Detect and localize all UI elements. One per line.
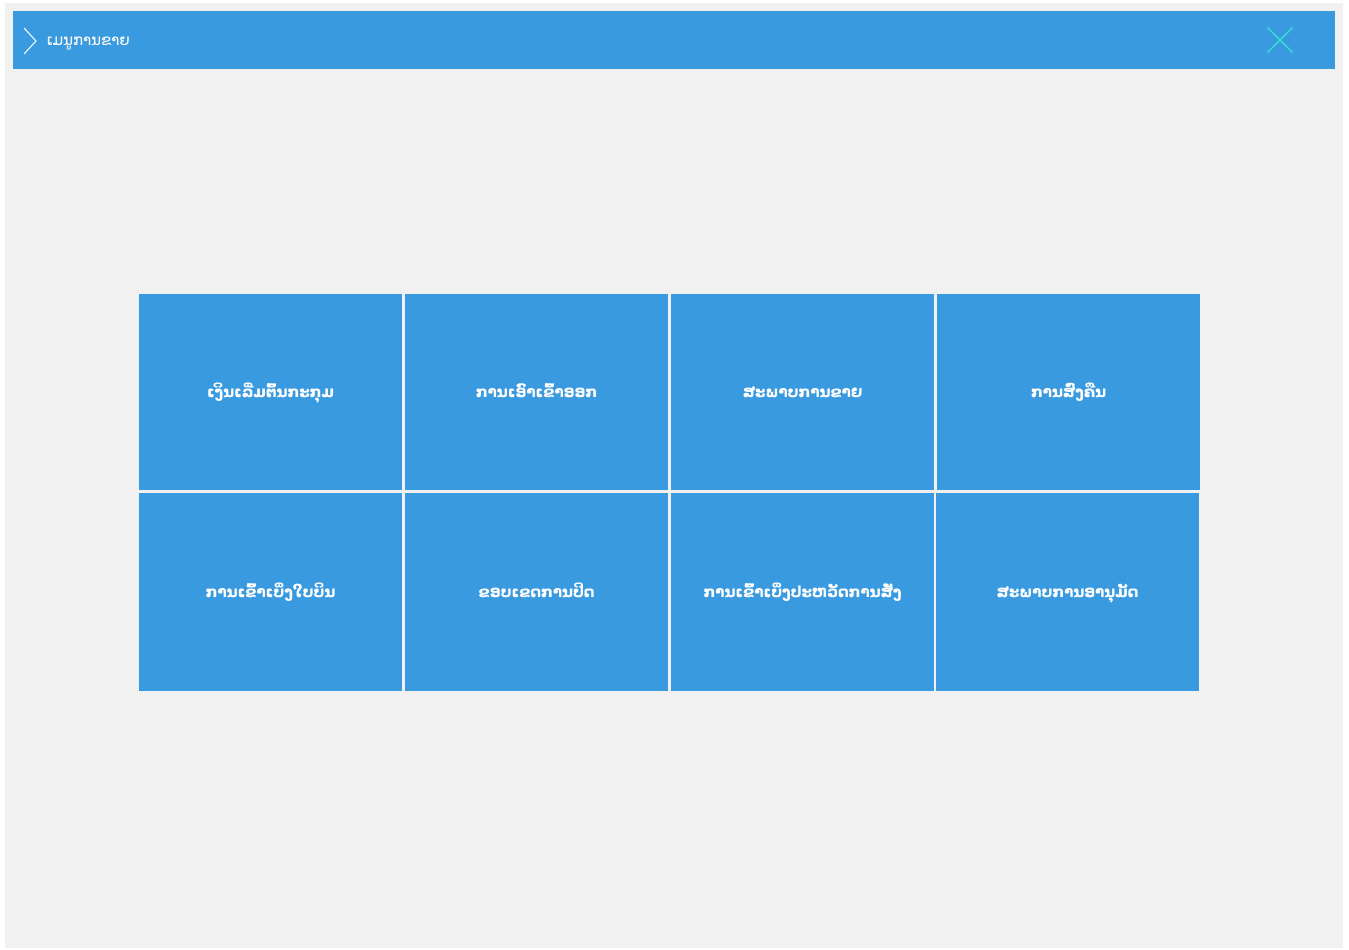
- tile-returns[interactable]: ການສົ່ງຄືນ: [937, 294, 1200, 490]
- sales-menu-window: ເມນູການຂາຍ ເງິນເລີ່ມຕົ້ນກະກຸມ ການເອົາເຂົ…: [5, 3, 1343, 948]
- tile-approval-status[interactable]: ສະພາບການອານຸມັດ: [936, 493, 1199, 691]
- chevron-right-icon: [23, 27, 37, 55]
- tile-order-history[interactable]: ການເຂົ້າເບິ່ງປະຫວັດການສັ່ງ: [671, 493, 934, 691]
- tile-view-bills[interactable]: ການເຂົ້າເບິ່ງໃບບິນ: [139, 493, 402, 691]
- tile-closing-scope[interactable]: ຂອບເຂດການປິດ: [405, 493, 668, 691]
- tile-opening-cash[interactable]: ເງິນເລີ່ມຕົ້ນກະກຸມ: [139, 294, 402, 490]
- close-icon[interactable]: [1265, 25, 1295, 55]
- header-bar: ເມນູການຂາຍ: [13, 11, 1335, 69]
- page-title: ເມນູການຂາຍ: [47, 31, 130, 49]
- tile-cash-in-out[interactable]: ການເອົາເຂົ້າອອກ: [405, 294, 668, 490]
- tile-sales-status[interactable]: ສະພາບການຂາຍ: [671, 294, 934, 490]
